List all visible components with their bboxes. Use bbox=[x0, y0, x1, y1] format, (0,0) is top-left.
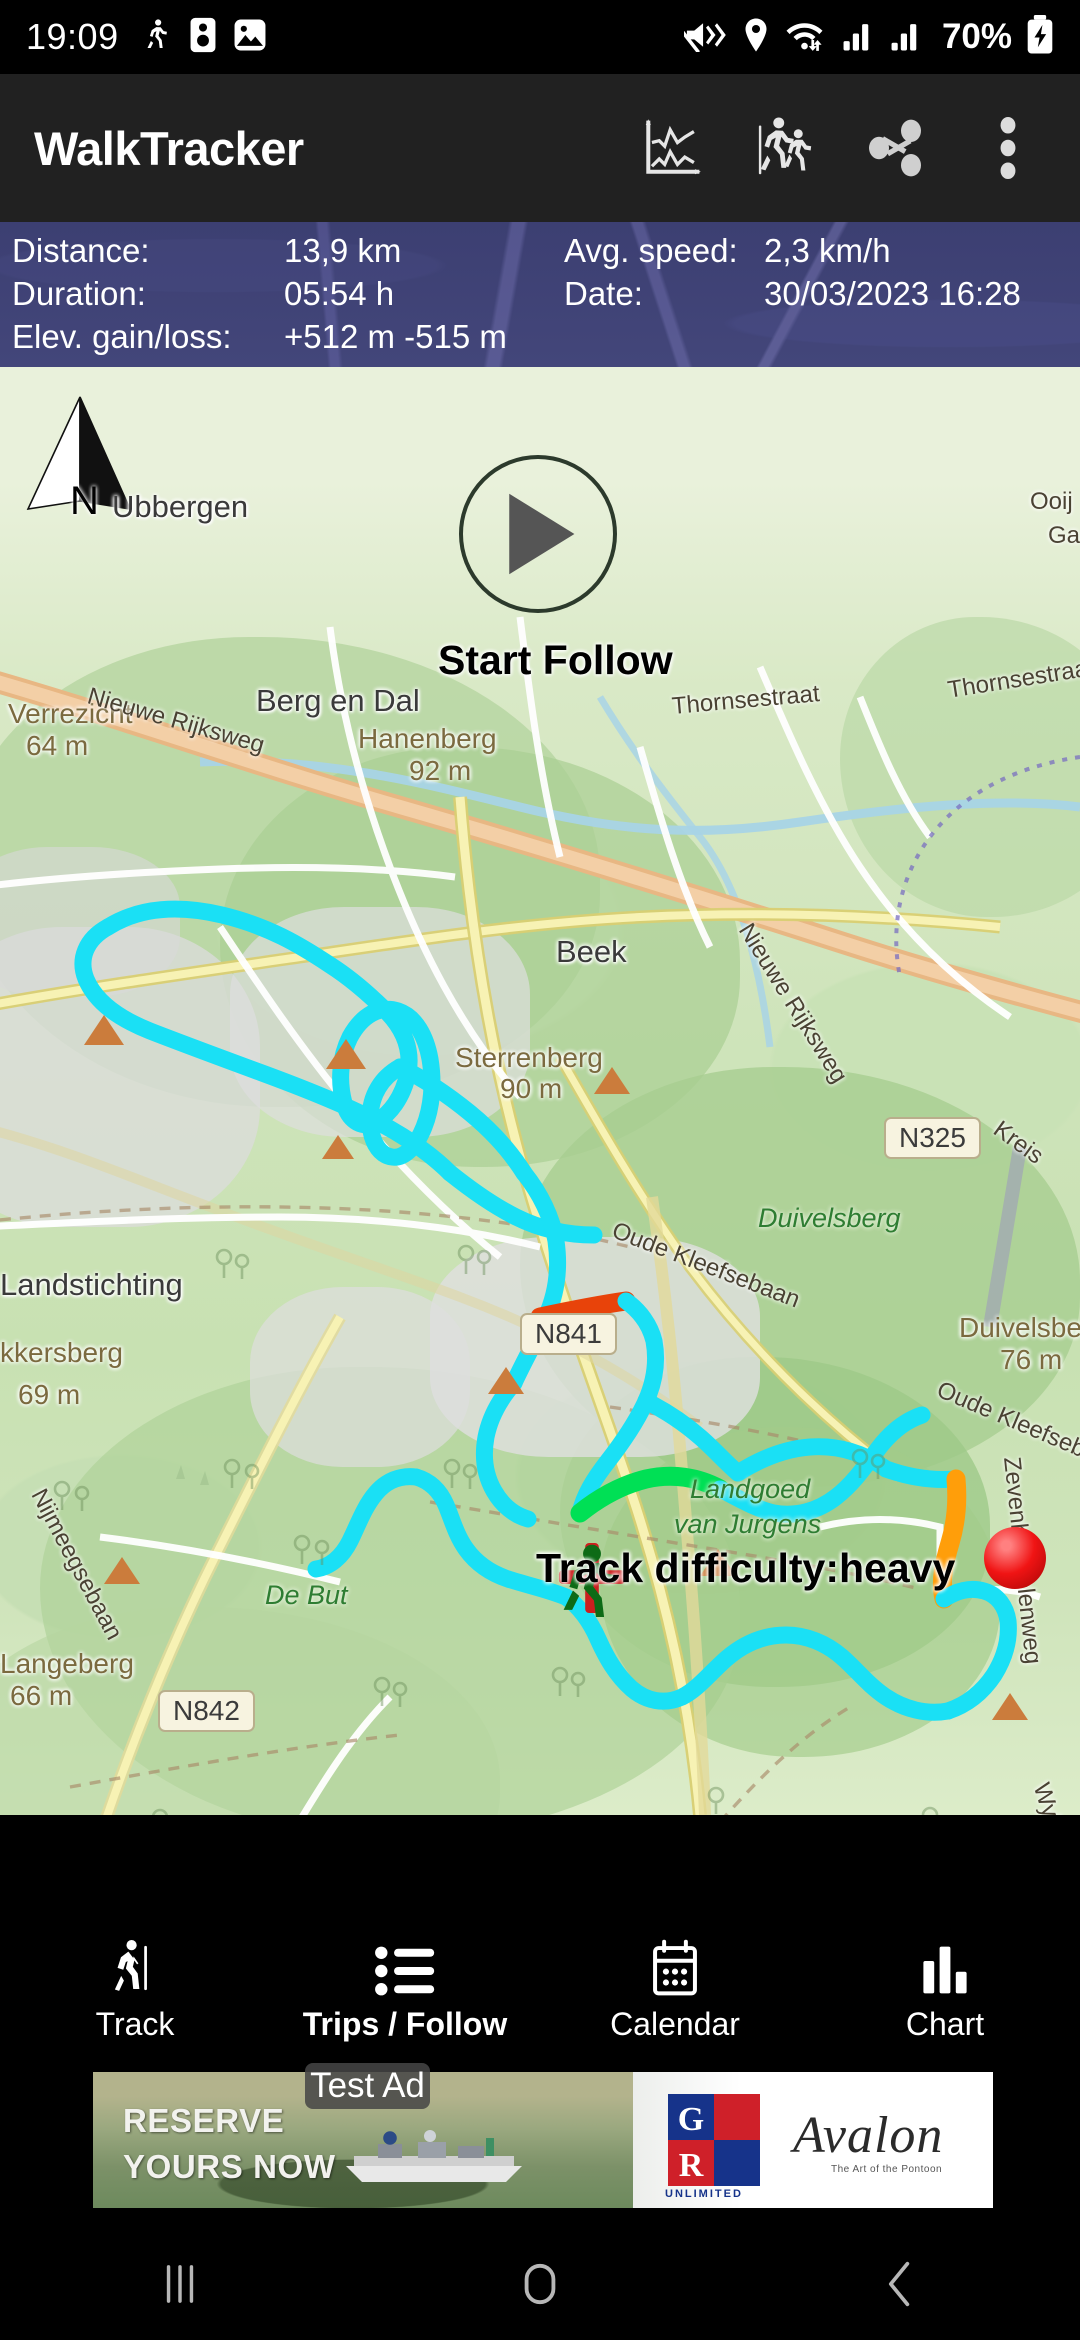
calendar-icon bbox=[651, 1937, 699, 1997]
start-follow-label: Start Follow bbox=[438, 637, 673, 683]
road-shield: N325 bbox=[884, 1117, 981, 1159]
status-bar-notification-icons bbox=[139, 16, 267, 59]
elevation-value: +512 m -515 m bbox=[284, 318, 507, 355]
hiker-icon bbox=[108, 1937, 162, 1997]
timer-icon bbox=[189, 16, 217, 59]
track-difficulty-label: Track difficulty:heavy bbox=[536, 1545, 956, 1591]
avg-speed-label: Avg. speed: bbox=[564, 232, 738, 269]
ad-headline-line1: RESERVE bbox=[123, 2102, 285, 2139]
mute-vibrate-icon bbox=[675, 18, 728, 57]
list-icon bbox=[374, 1937, 436, 1997]
ad-headline-line2: YOURS NOW bbox=[123, 2147, 336, 2185]
image-icon bbox=[233, 18, 267, 57]
map-view[interactable]: N Start Follow Ubbergen Berg en Dal Beek Ve… bbox=[0, 367, 1080, 1815]
date-label: Date: bbox=[564, 275, 643, 312]
app-bar-actions bbox=[640, 116, 1040, 180]
recents-icon bbox=[166, 2265, 194, 2303]
chart-icon[interactable] bbox=[640, 116, 704, 180]
ad-brand-name: Avalon bbox=[793, 2107, 944, 2164]
bar-chart-icon bbox=[919, 1937, 971, 1997]
stats-row-1: Distance: 13,9 km Avg. speed: 2,3 km/h bbox=[12, 232, 1068, 275]
stats-row-3: Elev. gain/loss: +512 m -515 m bbox=[12, 318, 1068, 361]
share-icon[interactable] bbox=[864, 116, 928, 180]
ad-brand-tagline: The Art of the Pontoon bbox=[831, 2164, 943, 2175]
signal-2-icon bbox=[890, 18, 924, 57]
nav-label-trips-follow: Trips / Follow bbox=[302, 2006, 508, 2042]
home-button[interactable] bbox=[360, 2228, 720, 2340]
app-bar: WalkTracker bbox=[0, 74, 1080, 222]
status-bar-clock: 19:09 bbox=[26, 16, 119, 57]
elevation-label: Elev. gain/loss: bbox=[12, 318, 232, 355]
android-navigation-bar bbox=[0, 2228, 1080, 2340]
start-follow-button[interactable] bbox=[459, 455, 617, 613]
hikers-icon[interactable] bbox=[752, 116, 816, 180]
bottom-navigation: Track Trips / Follow Calendar Chart bbox=[0, 1920, 1080, 2060]
compass-rose: N bbox=[18, 391, 138, 523]
distance-label: Distance: bbox=[12, 232, 150, 269]
svg-text:G: G bbox=[678, 2101, 704, 2138]
nav-label-calendar: Calendar bbox=[610, 2006, 740, 2042]
nav-item-chart[interactable]: Chart bbox=[810, 1920, 1080, 2060]
recents-button[interactable] bbox=[0, 2228, 360, 2340]
avg-speed-value: 2,3 km/h bbox=[764, 232, 891, 269]
wifi-icon bbox=[784, 17, 828, 58]
ad-banner[interactable]: RESERVE YOURS NOW G R UNLIMITED Avalon T… bbox=[93, 2072, 993, 2208]
road-shield: N841 bbox=[520, 1313, 617, 1355]
status-bar-system-icons: 70% bbox=[675, 14, 1054, 60]
duration-label: Duration: bbox=[12, 275, 146, 312]
gr-unlimited-logo: G R bbox=[668, 2094, 760, 2186]
pontoon-boat-image bbox=[346, 2130, 522, 2182]
walking-icon bbox=[139, 16, 173, 59]
stats-grid: Distance: 13,9 km Avg. speed: 2,3 km/h D… bbox=[0, 222, 1080, 361]
duration-value: 05:54 h bbox=[284, 275, 395, 312]
overflow-menu-icon[interactable] bbox=[976, 116, 1040, 180]
nav-item-calendar[interactable]: Calendar bbox=[540, 1920, 810, 2060]
play-icon bbox=[509, 493, 575, 575]
location-icon bbox=[742, 17, 770, 58]
stats-panel: Distance: 13,9 km Avg. speed: 2,3 km/h D… bbox=[0, 222, 1080, 367]
compass-north-label: N bbox=[70, 479, 99, 523]
signal-icon bbox=[842, 18, 876, 57]
ad-headline: RESERVE YOURS NOW bbox=[123, 2098, 336, 2189]
ad-banner-container[interactable]: RESERVE YOURS NOW G R UNLIMITED Avalon T… bbox=[0, 2060, 1080, 2228]
phone-screen: 19:09 70% WalkTracker Distance: 13,9 km … bbox=[0, 0, 1080, 2340]
status-bar: 19:09 70% bbox=[0, 0, 1080, 74]
back-button[interactable] bbox=[720, 2228, 1080, 2340]
track-difficulty-indicator bbox=[984, 1527, 1046, 1589]
distance-value: 13,9 km bbox=[284, 232, 402, 269]
back-icon bbox=[888, 2261, 910, 2307]
nav-label-chart: Chart bbox=[905, 2006, 985, 2042]
nav-item-track[interactable]: Track bbox=[0, 1920, 270, 2060]
date-value: 30/03/2023 16:28 bbox=[764, 275, 1021, 312]
battery-charging-icon bbox=[1026, 14, 1054, 60]
home-icon bbox=[524, 2263, 556, 2305]
battery-percent-label: 70% bbox=[941, 17, 1012, 56]
nav-label-track: Track bbox=[95, 2006, 175, 2042]
ad-brand-sub: UNLIMITED bbox=[665, 2188, 743, 2200]
road-shield: N842 bbox=[158, 1690, 255, 1732]
test-ad-badge: Test Ad bbox=[305, 2063, 430, 2109]
nav-item-trips-follow[interactable]: Trips / Follow bbox=[270, 1920, 540, 2060]
stats-row-2: Duration: 05:54 h Date: 30/03/2023 16:28 bbox=[12, 275, 1068, 318]
app-title: WalkTracker bbox=[34, 121, 304, 175]
svg-text:R: R bbox=[679, 2147, 704, 2184]
